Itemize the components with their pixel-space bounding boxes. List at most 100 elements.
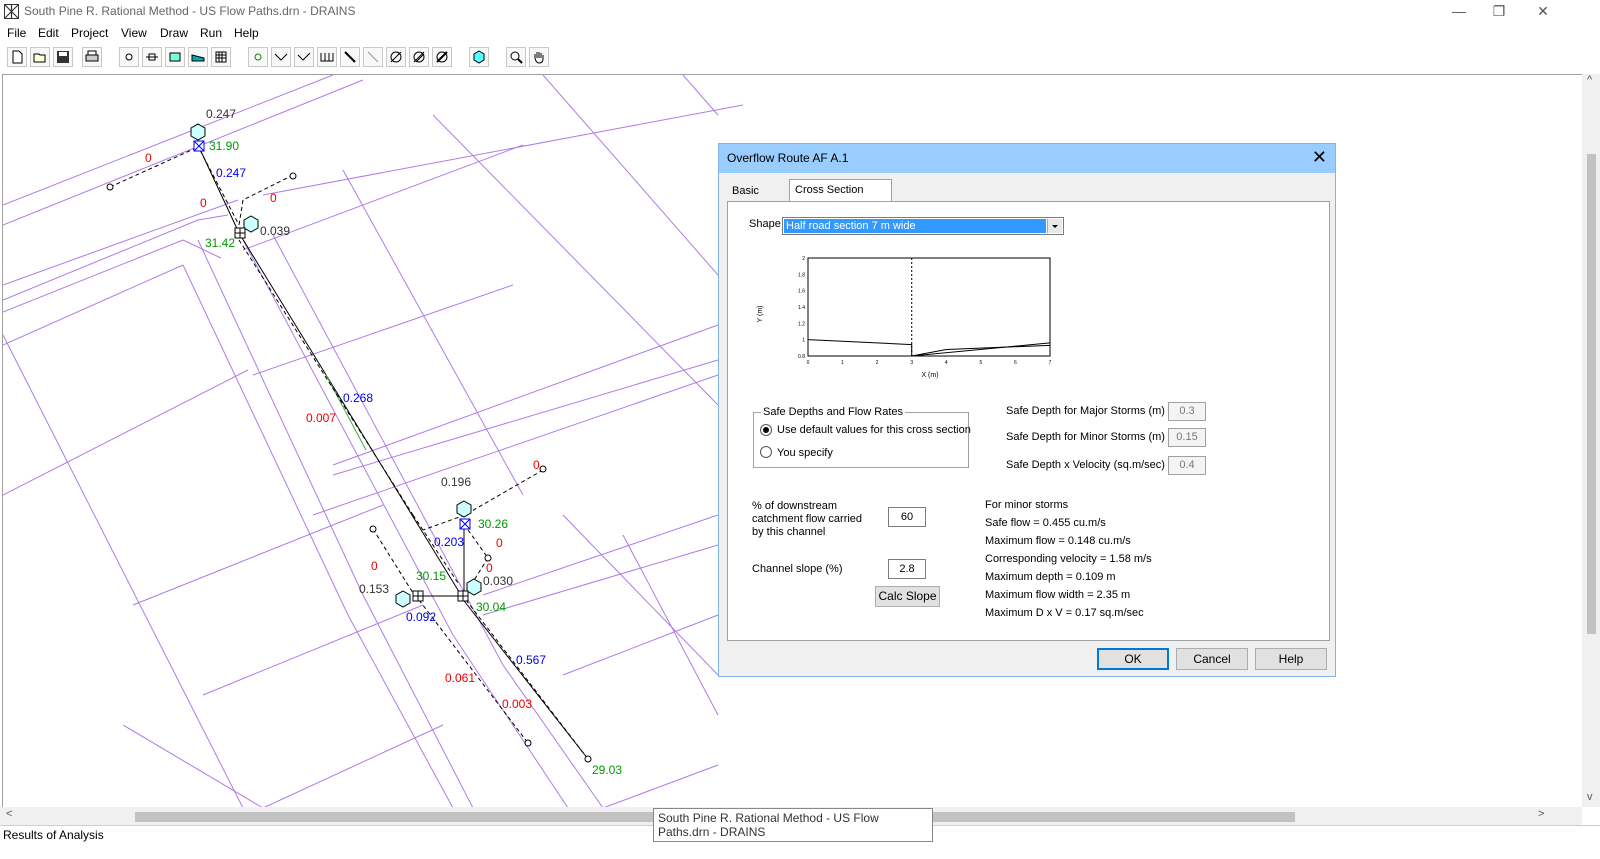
- downstream-label-2: catchment flow carried: [752, 513, 863, 525]
- tab-basic-data[interactable]: Basic Data: [727, 181, 790, 217]
- x-tick-label: 5: [979, 360, 982, 366]
- label-red: 0: [371, 559, 378, 573]
- property-lines: [3, 75, 744, 808]
- open-file-icon[interactable]: [30, 47, 50, 67]
- safe-depths-group: [753, 412, 969, 468]
- radio-specify-label: You specify: [777, 447, 833, 459]
- label-black: 0.153: [359, 582, 389, 596]
- x-tick-label: 1: [841, 360, 844, 366]
- help-button[interactable]: Help: [1255, 648, 1327, 670]
- ok-button[interactable]: OK: [1097, 648, 1169, 670]
- label-black: 0.039: [260, 224, 290, 238]
- pits: [193, 140, 471, 602]
- toolbar: [0, 44, 1600, 72]
- restore-button[interactable]: ❐: [1476, 0, 1522, 24]
- major-storm-label: Safe Depth for Major Storms (m): [1006, 405, 1165, 417]
- pan-hand-icon[interactable]: [529, 47, 549, 67]
- scroll-left-arrow[interactable]: <: [6, 808, 12, 820]
- circle-node-icon[interactable]: [248, 47, 268, 67]
- minor-results-line: Maximum D x V = 0.17 sq.m/sec: [985, 607, 1144, 619]
- downstream-label-1: % of downstream: [752, 500, 837, 512]
- label-red: 0.003: [502, 697, 532, 711]
- cancel-button[interactable]: Cancel: [1176, 648, 1248, 670]
- label-blue: 0.268: [343, 391, 373, 405]
- label-blue: 0.567: [516, 653, 546, 667]
- save-icon[interactable]: [53, 47, 73, 67]
- close-window-button[interactable]: ✕: [1520, 0, 1566, 24]
- menu-file[interactable]: File: [7, 26, 26, 40]
- x-tick-label: 0: [807, 360, 810, 366]
- channel-slope-label: Channel slope (%): [752, 563, 843, 575]
- menu-view[interactable]: View: [121, 26, 147, 40]
- dialog-title: Overflow Route AF A.1: [727, 151, 849, 165]
- menu-edit[interactable]: Edit: [38, 26, 59, 40]
- cross-section-chart: Y (m) X (m) 0.8 1 1.2 1.4 1.6 1.8 2 0 1 2 3 4 5 6 7: [757, 256, 1052, 379]
- x-tick-label: 4: [945, 360, 948, 366]
- route-icon[interactable]: [294, 47, 314, 67]
- multi-link-icon[interactable]: [409, 47, 429, 67]
- channel-icon[interactable]: [271, 47, 291, 67]
- vertical-scrollbar[interactable]: ^ v: [1582, 74, 1600, 807]
- label-red: 0.061: [445, 671, 475, 685]
- minor-storm-label: Safe Depth for Minor Storms (m): [1006, 431, 1165, 443]
- label-red: 0: [200, 196, 207, 210]
- shape-dropdown[interactable]: Half road section 7 m wide: [782, 217, 1064, 235]
- dialog-close-icon[interactable]: ✕: [1312, 147, 1327, 167]
- label-green: 31.90: [209, 139, 239, 153]
- line-icon[interactable]: [363, 47, 383, 67]
- downstream-percent-input[interactable]: 60: [888, 507, 926, 527]
- y-tick-label: 1.6: [798, 289, 805, 295]
- menu-project[interactable]: Project: [71, 26, 108, 40]
- calc-slope-button[interactable]: Calc Slope: [875, 586, 940, 607]
- pipe-icon[interactable]: [340, 47, 360, 67]
- chevron-down-icon[interactable]: [1047, 219, 1062, 233]
- shape-selected-value: Half road section 7 m wide: [784, 219, 1046, 233]
- radio-default-values[interactable]: [760, 424, 772, 436]
- route-end-nodes: [106, 172, 592, 763]
- y-tick-label: 1.8: [798, 272, 805, 278]
- zoom-icon[interactable]: [506, 47, 526, 67]
- menu-run[interactable]: Run: [200, 26, 222, 40]
- minor-results-line: Maximum depth = 0.109 m: [985, 571, 1116, 583]
- window-title: South Pine R. Rational Method - US Flow …: [24, 4, 356, 18]
- menu-help[interactable]: Help: [234, 26, 259, 40]
- minor-results-line: Corresponding velocity = 1.58 m/s: [985, 553, 1152, 565]
- label-blue: 0.203: [434, 535, 464, 549]
- major-storm-field[interactable]: 0.3: [1168, 402, 1206, 421]
- scroll-down-arrow[interactable]: v: [1587, 791, 1593, 803]
- dxv-label: Safe Depth x Velocity (sq.m/sec): [1006, 459, 1165, 471]
- radio-default-label: Use default values for this cross sectio…: [777, 424, 971, 436]
- minor-storm-field[interactable]: 0.15: [1168, 428, 1206, 447]
- pit-icon[interactable]: [142, 47, 162, 67]
- x-tick-label: 3: [910, 360, 913, 366]
- new-file-icon[interactable]: [7, 47, 27, 67]
- cross-section-panel: Shape Half road section 7 m wide Y (m) X…: [727, 201, 1330, 641]
- dialog-title-bar: Overflow Route AF A.1 ✕: [719, 144, 1335, 173]
- scroll-right-arrow[interactable]: >: [1538, 808, 1544, 820]
- tab-cross-section-data[interactable]: Cross Section Data: [789, 179, 892, 216]
- link-icon[interactable]: [386, 47, 406, 67]
- scroll-up-arrow[interactable]: ^: [1587, 74, 1592, 86]
- menu-draw[interactable]: Draw: [160, 26, 188, 40]
- grid-icon[interactable]: [211, 47, 231, 67]
- detention-icon[interactable]: [165, 47, 185, 67]
- basin-icon[interactable]: [432, 47, 452, 67]
- label-red: 0: [486, 561, 493, 575]
- x-tick-label: 2: [876, 360, 879, 366]
- minor-results-line: Maximum flow width = 2.35 m: [985, 589, 1131, 601]
- node-icon[interactable]: [119, 47, 139, 67]
- radio-you-specify[interactable]: [760, 446, 772, 458]
- overflow-icon[interactable]: [188, 47, 208, 67]
- label-black: 0.030: [483, 574, 513, 588]
- dxv-field[interactable]: 0.4: [1168, 456, 1206, 475]
- chart-xlabel: X (m): [921, 372, 938, 379]
- vertical-scroll-thumb[interactable]: [1587, 154, 1596, 634]
- channel-slope-input[interactable]: 2.8: [888, 559, 926, 579]
- subcatchment-icon[interactable]: [469, 47, 489, 67]
- print-icon[interactable]: [82, 47, 102, 67]
- downstream-label-3: by this channel: [752, 526, 826, 538]
- radio-selected-dot: [763, 427, 769, 433]
- culvert-icon[interactable]: [317, 47, 337, 67]
- minor-results-line: Maximum flow = 0.148 cu.m/s: [985, 535, 1131, 547]
- y-tick-label: 1.2: [798, 321, 805, 327]
